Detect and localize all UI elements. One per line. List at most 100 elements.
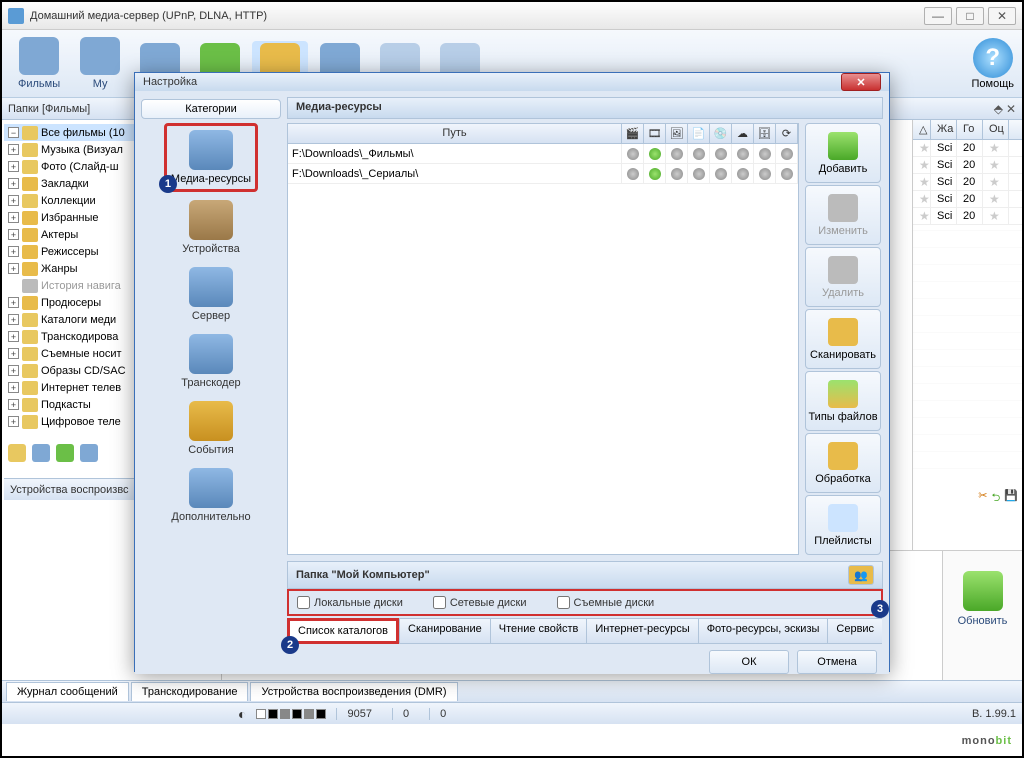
expand-icon[interactable]: + [8,212,19,223]
subtab-photo[interactable]: Фото-ресурсы, эскизы [698,618,828,644]
tab-transcoding[interactable]: Транскодирование [131,682,249,701]
mini-folder-icon[interactable] [8,444,26,462]
status-dot-icon[interactable] [671,148,683,160]
status-dot-icon[interactable] [693,148,705,160]
grid-row[interactable]: ★Sci20★ [913,140,1022,157]
col-year[interactable]: Го [957,120,983,139]
expand-icon[interactable]: + [8,348,19,359]
status-dot-icon[interactable] [693,168,705,180]
expand-icon[interactable]: + [8,382,19,393]
cat-transcoder[interactable]: Транскодер [177,330,244,393]
expand-icon[interactable]: + [8,144,19,155]
pin-icon[interactable]: ⬘ [994,102,1003,116]
add-button[interactable]: Добавить [805,123,881,183]
filetypes-button[interactable]: Типы файлов [805,371,881,431]
grid-row[interactable]: ★Sci20★ [913,191,1022,208]
col-doc-icon[interactable]: 📄 [688,124,710,143]
expand-icon[interactable]: + [8,229,19,240]
tab-log[interactable]: Журнал сообщений [6,682,129,701]
subtab-internet[interactable]: Интернет-ресурсы [586,618,697,644]
mini-icon-2[interactable] [32,444,50,462]
col-cloud-icon[interactable]: ☁ [732,124,754,143]
collapse-icon[interactable]: − [8,127,19,138]
edit-button[interactable]: Изменить [805,185,881,245]
resource-row[interactable]: F:\Downloads\_Сериалы\ [288,164,798,184]
playlists-button[interactable]: Плейлисты [805,495,881,555]
removable-disks-check[interactable]: Съемные диски [557,596,655,609]
expand-icon[interactable]: + [8,416,19,427]
status-dot-icon[interactable] [715,148,727,160]
cat-devices[interactable]: Устройства [178,196,244,259]
minimize-button[interactable]: — [924,7,952,25]
grid-row[interactable]: ★Sci20★ [913,157,1022,174]
network-disks-check[interactable]: Сетевые диски [433,596,527,609]
expand-icon[interactable]: + [8,297,19,308]
col-db-icon[interactable]: 🗄 [754,124,776,143]
expand-icon[interactable]: + [8,246,19,257]
mini-refresh-icon[interactable] [56,444,74,462]
grid-row[interactable]: ★Sci20★ [913,208,1022,225]
col-rating[interactable]: Оц [983,120,1009,139]
triangle-icon[interactable]: △ [913,120,931,139]
scissors-icon[interactable]: ✂ [978,489,987,508]
scan-button[interactable]: Сканировать [805,309,881,369]
expand-icon[interactable]: + [8,365,19,376]
expand-icon[interactable]: + [8,263,19,274]
status-dot-icon[interactable] [759,148,771,160]
resource-row[interactable]: F:\Downloads\_Фильмы\ [288,144,798,164]
status-dot-icon[interactable] [781,148,793,160]
status-dot-icon[interactable] [649,148,661,160]
color-swatches[interactable] [256,709,326,719]
subtab-scanning[interactable]: Сканирование [399,618,490,644]
status-dot-icon[interactable] [627,168,639,180]
status-dot-icon[interactable] [737,148,749,160]
save-disk-icon[interactable]: 💾 [1004,489,1018,508]
status-dot-icon[interactable] [715,168,727,180]
col-cd-icon[interactable]: 💿 [710,124,732,143]
subtab-reading[interactable]: Чтение свойств [490,618,587,644]
back-icon[interactable]: ⮌ [991,489,1000,508]
cat-media-resources[interactable]: Медиа-ресурсы 1 [164,123,258,192]
panel-close-icon[interactable]: ✕ [1006,102,1016,116]
people-icon[interactable]: 👥 [848,565,874,585]
col-clip-icon[interactable]: 🎞 [644,124,666,143]
cat-additional[interactable]: Дополнительно [167,464,254,527]
help-button[interactable]: ?Помощь [972,38,1015,90]
expand-icon[interactable]: + [8,161,19,172]
status-dot-icon[interactable] [671,168,683,180]
processing-button[interactable]: Обработка [805,433,881,493]
col-film-icon[interactable]: 🎬 [622,124,644,143]
expand-icon[interactable]: + [8,178,19,189]
col-image-icon[interactable]: 🖼 [666,124,688,143]
cat-server[interactable]: Сервер [185,263,237,326]
subtab-catalog-list[interactable]: Список каталогов [287,618,399,644]
grid-row[interactable]: ★Sci20★ [913,174,1022,191]
status-dot-icon[interactable] [781,168,793,180]
local-disks-check[interactable]: Локальные диски [297,596,403,609]
col-refresh-icon[interactable]: ⟳ [776,124,798,143]
delete-button[interactable]: Удалить [805,247,881,307]
status-dot-icon[interactable] [627,148,639,160]
films-button[interactable]: Фильмы [10,35,68,92]
music-button[interactable]: Му [72,35,128,92]
expand-icon[interactable]: + [8,399,19,410]
color-wheel-icon[interactable]: ◐ [238,706,246,722]
maximize-button[interactable]: □ [956,7,984,25]
status-dot-icon[interactable] [737,168,749,180]
cat-events[interactable]: События [184,397,237,460]
dialog-close-button[interactable]: ✕ [841,73,881,91]
expand-icon[interactable]: + [8,195,19,206]
refresh-button[interactable]: Обновить [958,571,1008,627]
ok-button[interactable]: ОК [709,650,789,674]
mini-icon-4[interactable] [80,444,98,462]
status-dot-icon[interactable] [649,168,661,180]
cancel-button[interactable]: Отмена [797,650,877,674]
expand-icon[interactable]: + [8,331,19,342]
status-dot-icon[interactable] [759,168,771,180]
col-genre[interactable]: Жа [931,120,957,139]
expand-icon[interactable]: + [8,314,19,325]
tab-dmr[interactable]: Устройства воспроизведения (DMR) [250,682,457,701]
col-path[interactable]: Путь [288,124,622,143]
subtab-service[interactable]: Сервис [827,618,882,644]
close-button[interactable]: ✕ [988,7,1016,25]
